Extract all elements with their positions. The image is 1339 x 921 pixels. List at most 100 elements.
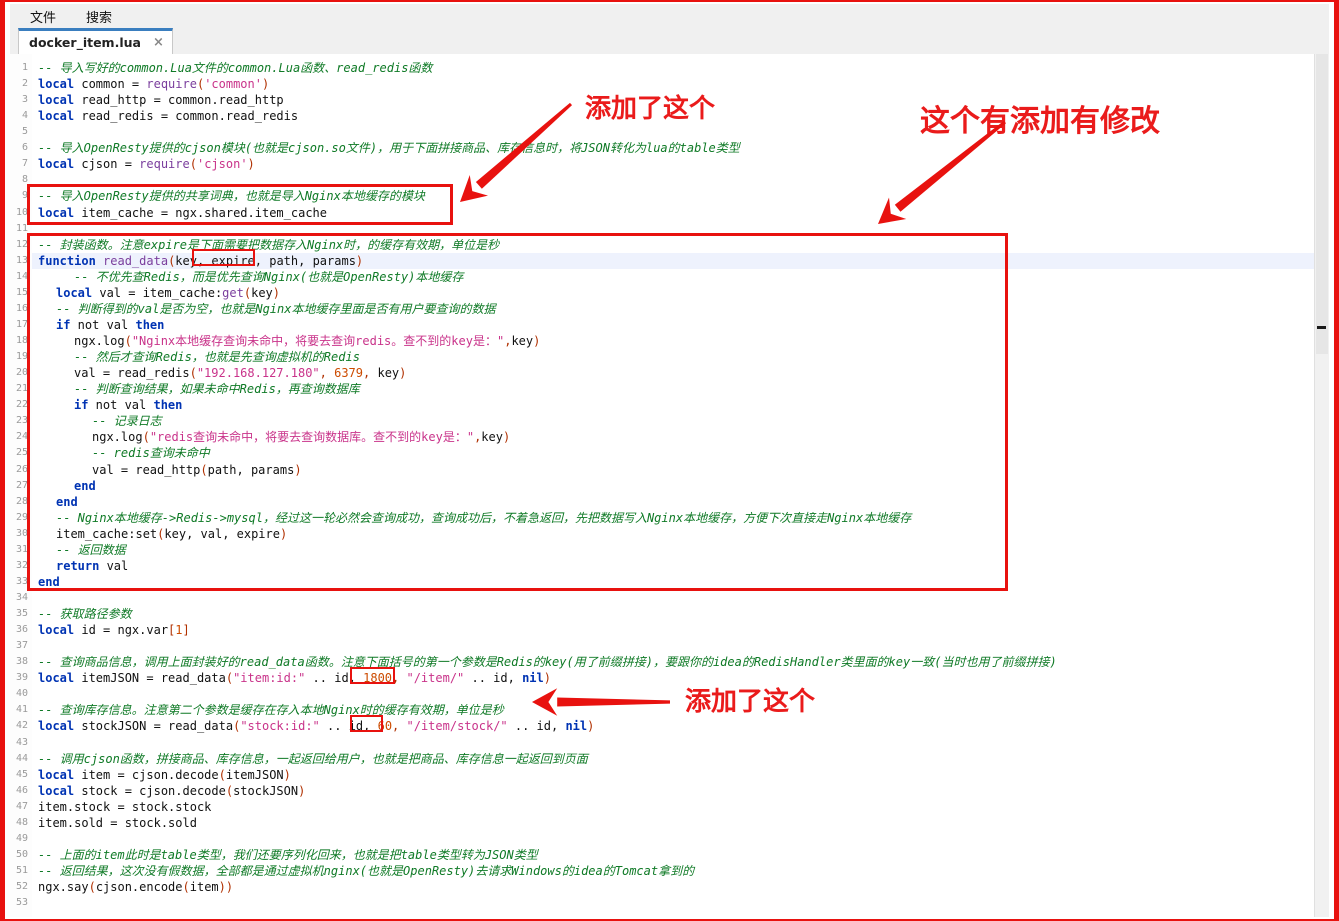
- code-line[interactable]: -- 返回数据: [56, 542, 126, 558]
- code-line[interactable]: local item_cache = ngx.shared.item_cache: [38, 205, 327, 221]
- code-line[interactable]: end: [56, 494, 78, 510]
- code-editor[interactable]: 1 2 3 4 5 6 7 8 9 10 11 12 13 14 15 16 17 18 19 20 21 22 23 24 2…: [10, 54, 1329, 917]
- code-token-nm: 1800: [363, 671, 393, 686]
- code-token-fn: get: [222, 285, 244, 300]
- line-number: 30: [15, 527, 28, 539]
- line-number: 22: [15, 399, 28, 411]
- code-line[interactable]: end: [38, 574, 60, 590]
- code-line[interactable]: -- 导入OpenResty提供的共享词典，也就是导入Nginx本地缓存的模块: [38, 188, 425, 204]
- code-line[interactable]: ngx.say(cjson.encode(item)): [38, 879, 233, 895]
- code-line[interactable]: local stock = cjson.decode(stockJSON): [38, 783, 305, 799]
- code-line[interactable]: -- Nginx本地缓存->Redis->mysql，经过这一轮必然会查询成功，…: [56, 510, 911, 526]
- line-number: 18: [15, 335, 28, 347]
- line-number: 33: [15, 575, 28, 587]
- code-token-kw: local: [38, 623, 75, 638]
- code-token-st: 'cjson': [196, 157, 248, 172]
- code-line[interactable]: return val: [56, 558, 128, 574]
- code-line[interactable]: -- 导入写好的common.Lua文件的common.Lua函数、read_r…: [38, 60, 432, 76]
- code-line[interactable]: -- 查询商品信息，调用上面封装好的read_data函数。注意下面括号的第一个…: [38, 654, 1057, 670]
- code-line[interactable]: -- 不优先查Redis，而是优先查询Nginx(也就是OpenResty)本地…: [74, 269, 463, 285]
- code-line[interactable]: -- redis查询未命中: [92, 445, 210, 461]
- tab-docker-item-lua[interactable]: docker_item.lua ×: [18, 28, 173, 54]
- scrollbar-thumb[interactable]: [1316, 54, 1328, 354]
- code-line[interactable]: ngx.log("Nginx本地缓存查询未命中，将要去查询redis。查不到的k…: [74, 333, 540, 349]
- code-line[interactable]: -- 封装函数。注意expire是下面需要把数据存入Nginx时，的缓存有效期，…: [38, 237, 499, 253]
- line-number: 3: [21, 94, 28, 106]
- code-line[interactable]: item.sold = stock.sold: [38, 815, 197, 831]
- code-line[interactable]: -- 然后才查询Redis，也就是先查询虚拟机的Redis: [74, 349, 360, 365]
- code-line[interactable]: if not val then: [56, 317, 164, 333]
- code-token-pc: ,: [319, 366, 335, 381]
- line-number: 19: [15, 351, 28, 363]
- code-token-pc: ): [247, 157, 255, 172]
- code-token-id: common =: [74, 77, 147, 92]
- code-line[interactable]: val = read_http(path, params): [92, 462, 302, 478]
- code-line[interactable]: item.stock = stock.stock: [38, 799, 211, 815]
- code-token-id: key: [251, 285, 273, 300]
- line-number: 24: [15, 431, 28, 443]
- code-token-fn: read_data: [103, 253, 169, 268]
- code-line[interactable]: ngx.log("redis查询未命中，将要去查询数据库。查不到的key是：",…: [92, 429, 510, 445]
- code-token-cm: -- 查询库存信息。注意第二个参数是缓存在存入本地Nginx时的缓存有效期，单位…: [38, 703, 504, 718]
- code-token-id: .. id,: [507, 719, 566, 734]
- code-line[interactable]: -- 调用cjson函数，拼接商品、库存信息，一起返回给用户，也就是把商品、库存…: [38, 751, 588, 767]
- code-token-id: val = read_redis: [74, 366, 190, 381]
- code-line[interactable]: -- 获取路径参数: [38, 606, 132, 622]
- code-line[interactable]: local common = require('common'): [38, 76, 269, 92]
- code-line[interactable]: if not val then: [74, 397, 182, 413]
- code-line[interactable]: local val = item_cache:get(key): [56, 285, 280, 301]
- line-number: 15: [15, 286, 28, 298]
- code-token-kw: if: [74, 398, 89, 413]
- line-number: 53: [15, 897, 28, 909]
- code-token-pc: ]: [182, 623, 190, 638]
- code-token-kw: local: [38, 719, 75, 734]
- code-line[interactable]: val = read_redis("192.168.127.180", 6379…: [74, 365, 406, 381]
- code-token-pc: ): [294, 462, 302, 477]
- code-token-st: 'common': [204, 77, 262, 92]
- code-token-id: val: [99, 558, 129, 573]
- code-line[interactable]: end: [74, 478, 96, 494]
- code-token-pc: ): [279, 526, 288, 541]
- code-line[interactable]: function read_data(key, expire, path, pa…: [38, 253, 363, 269]
- code-line[interactable]: -- 查询库存信息。注意第二个参数是缓存在存入本地Nginx时的缓存有效期，单位…: [38, 702, 504, 718]
- code-token-id: ngx.log: [92, 430, 143, 445]
- code-line[interactable]: local item = cjson.decode(itemJSON): [38, 767, 291, 783]
- code-line[interactable]: -- 记录日志: [92, 413, 162, 429]
- code-token-id: ngx.log: [74, 334, 125, 349]
- code-token-id: val = read_http: [92, 462, 201, 477]
- code-line[interactable]: local read_http = common.read_http: [38, 92, 284, 108]
- code-token-cm: -- Nginx本地缓存->Redis->mysql，经过这一轮必然会查询成功，…: [56, 510, 912, 525]
- code-token-id: read_http = common.read_http: [74, 93, 284, 108]
- code-token-pc: ,: [363, 366, 378, 381]
- code-line[interactable]: -- 判断查询结果，如果未命中Redis，再查询数据库: [74, 381, 360, 397]
- line-number: 14: [15, 270, 28, 282]
- code-token-pc: ): [502, 430, 511, 445]
- code-text-area[interactable]: -- 导入写好的common.Lua文件的common.Lua函数、read_r…: [32, 54, 1315, 917]
- code-line[interactable]: local read_redis = common.read_redis: [38, 108, 298, 124]
- vertical-scrollbar[interactable]: [1314, 54, 1329, 917]
- line-number: 26: [15, 463, 28, 475]
- code-token-pc: (: [243, 285, 252, 300]
- code-line[interactable]: -- 判断得到的val是否为空，也就是Nginx本地缓存里面是否有用户要查询的数…: [56, 301, 495, 317]
- code-token-pc: (: [218, 767, 226, 782]
- line-number: 42: [15, 720, 28, 732]
- code-line[interactable]: local itemJSON = read_data("item:id:" ..…: [38, 670, 551, 686]
- code-token-kw: then: [153, 398, 183, 413]
- note-add-and-modify: 这个有添加有修改: [920, 104, 1160, 139]
- menu-search[interactable]: 搜索: [74, 5, 124, 28]
- code-line[interactable]: local cjson = require('cjson'): [38, 156, 255, 172]
- code-line[interactable]: item_cache:set(key, val, expire): [56, 526, 287, 542]
- code-line[interactable]: -- 返回结果，这次没有假数据，全部都是通过虚拟机nginx(也就是OpenRe…: [38, 863, 694, 879]
- code-token-kw: local: [38, 767, 75, 782]
- menu-file[interactable]: 文件: [18, 5, 68, 28]
- code-line[interactable]: -- 导入OpenResty提供的cjson模块(也就是cjson.so文件)，…: [38, 140, 740, 156]
- code-line[interactable]: local id = ngx.var[1]: [38, 622, 190, 638]
- code-line[interactable]: local stockJSON = read_data("stock:id:" …: [38, 718, 594, 734]
- code-token-id: item_cache:set: [56, 526, 158, 541]
- code-token-id: item_cache = ngx.shared.item_cache: [74, 205, 327, 220]
- code-line[interactable]: -- 上面的item此时是table类型，我们还要序列化回来，也就是把table…: [38, 847, 538, 863]
- line-number: 36: [15, 624, 28, 636]
- code-token-pc: (: [200, 462, 208, 477]
- close-icon[interactable]: ×: [153, 36, 164, 49]
- code-token-id: item = cjson.decode: [74, 767, 219, 782]
